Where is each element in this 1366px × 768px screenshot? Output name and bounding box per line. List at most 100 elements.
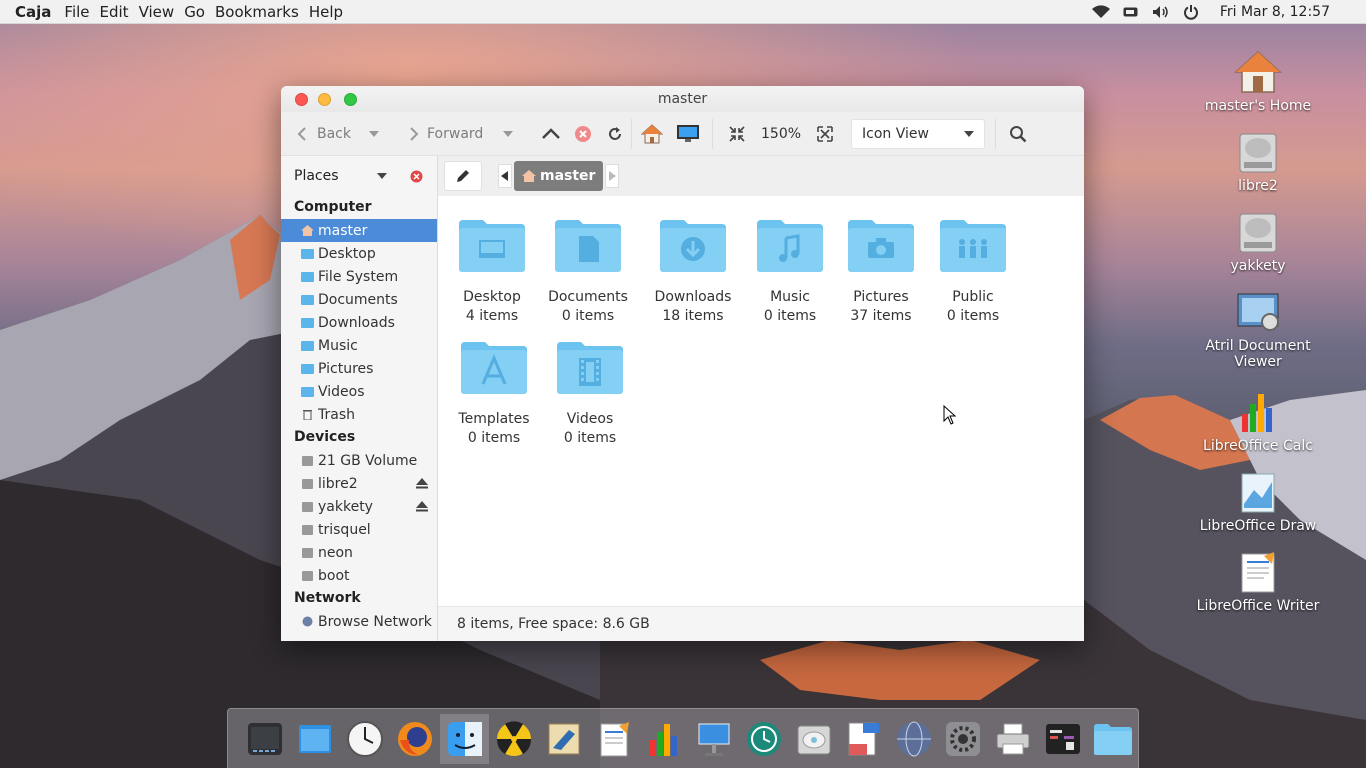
clock[interactable]: Fri Mar 8, 12:57 [1220,4,1330,20]
menu-edit[interactable]: Edit [100,3,129,21]
menu-file[interactable]: File [64,3,89,21]
firefox-icon[interactable] [390,714,440,764]
close-sidebar-icon[interactable] [410,170,423,183]
pencil-icon [457,170,469,182]
sidebar-item-downloads[interactable]: Downloads [281,311,437,334]
window-title: master [657,91,708,107]
sidebar-item-master[interactable]: master [281,219,437,242]
menu-bookmarks[interactable]: Bookmarks [215,3,299,21]
sidebar-item-videos[interactable]: Videos [281,380,437,403]
file-count: 0 items [763,308,817,324]
sidebar-item-music[interactable]: Music [281,334,437,357]
back-button[interactable]: Back [295,119,405,149]
chevron-down-icon[interactable] [377,172,387,180]
sidebar-item-neon[interactable]: neon [281,541,437,564]
file-item-downloads[interactable]: Downloads 18 items [643,216,743,326]
desktop-icon-libre2[interactable]: libre2 [1188,128,1328,194]
expand-icon [817,125,833,142]
filer-icon[interactable] [839,714,889,764]
file-item-videos[interactable]: Videos 0 items [540,338,640,448]
home-button[interactable] [636,119,668,149]
zoom-out-button[interactable] [721,119,753,149]
sidebar-item-libre2[interactable]: libre2 [281,472,437,495]
forward-button[interactable]: Forward [405,119,535,149]
zoom-in-button[interactable] [809,119,841,149]
path-scroll-right-button[interactable] [605,164,620,188]
clock-icon[interactable] [340,714,390,764]
calc-icon[interactable] [639,714,689,764]
file-item-desktop[interactable]: Desktop 4 items [442,216,542,326]
drive-icon [302,548,313,558]
sidebar-item-trisquel[interactable]: trisquel [281,518,437,541]
network-globe-icon[interactable] [889,714,939,764]
atril-icon [1234,288,1282,336]
sidebar-item-documents[interactable]: Documents [281,288,437,311]
file-item-templates[interactable]: Templates 0 items [444,338,544,448]
sidebar-header[interactable]: Places [281,156,437,196]
breadcrumb-master[interactable]: master [514,161,604,191]
volume-icon[interactable] [1146,0,1176,24]
file-item-documents[interactable]: Documents 0 items [538,216,638,326]
computer-button[interactable] [672,119,704,149]
title-bar[interactable]: master [281,86,1084,112]
desktop-icon-writer[interactable]: LibreOffice Writer [1188,548,1328,614]
app-name[interactable]: Caja [15,3,51,21]
sidebar-item-yakkety[interactable]: yakkety [281,495,437,518]
disk-utility-icon[interactable] [789,714,839,764]
mail-icon[interactable] [539,714,589,764]
search-button[interactable] [1002,119,1034,149]
sidebar-item-label: Videos [318,383,365,400]
zoom-level[interactable]: 150% [761,126,801,142]
sidebar-item-file-system[interactable]: File System [281,265,437,288]
path-scroll-left-button[interactable] [498,164,512,188]
eject-icon[interactable] [416,478,428,489]
sidebar-item-21gb-volume[interactable]: 21 GB Volume [281,449,437,472]
sidebar-item-pictures[interactable]: Pictures [281,357,437,380]
minimize-window-button[interactable] [318,93,331,106]
sidebar-item-label: Desktop [318,245,376,262]
keynote-icon[interactable] [689,714,739,764]
desktop-icon-yakkety[interactable]: yakkety [1188,208,1328,274]
printer-icon[interactable] [988,714,1038,764]
file-item-music[interactable]: Music 0 items [740,216,840,326]
maximize-window-button[interactable] [344,93,357,106]
menu-help[interactable]: Help [309,3,343,21]
code-editor-icon[interactable] [1038,714,1088,764]
desktop-icon-draw[interactable]: LibreOffice Draw [1188,468,1328,534]
file-item-pictures[interactable]: Pictures 37 items [831,216,931,326]
stop-button[interactable] [567,119,599,149]
finder-icon[interactable] [439,713,490,764]
up-button[interactable] [535,119,567,149]
sidebar-item-label: Documents [318,291,398,308]
settings-icon[interactable] [938,714,988,764]
close-window-button[interactable] [295,93,308,106]
sidebar-item-boot[interactable]: boot [281,564,437,587]
terminal-icon[interactable] [240,714,290,764]
sidebar-item-trash[interactable]: Trash [281,403,437,426]
sidebar-item-browse-network[interactable]: Browse Network [281,610,437,633]
file-item-public[interactable]: Public 0 items [923,216,1023,326]
power-icon[interactable] [1176,0,1206,24]
desktop-icon-atril[interactable]: Atril Document Viewer [1188,288,1328,370]
edit-location-button[interactable] [444,161,482,191]
desktop-icon-label: yakkety [1230,258,1286,274]
writer-icon[interactable] [589,714,639,764]
timemachine-icon[interactable] [739,714,789,764]
menu-go[interactable]: Go [184,3,205,21]
window-icon[interactable] [290,714,340,764]
desktop-icon-label: LibreOffice Draw [1199,518,1317,534]
folder-icon[interactable] [1088,714,1138,764]
menu-view[interactable]: View [139,3,175,21]
sidebar-item-desktop[interactable]: Desktop [281,242,437,265]
desktop-icon-home[interactable]: master's Home [1188,48,1328,114]
chevron-down-icon [503,130,514,137]
sidebar-header-label: Places [294,168,339,184]
wifi-icon[interactable] [1086,0,1116,24]
reload-button[interactable] [599,119,631,149]
templates-folder-icon [461,342,527,394]
desktop-icon-calc[interactable]: LibreOffice Calc [1188,388,1328,454]
view-mode-select[interactable]: Icon View [851,118,986,149]
battery-icon[interactable] [1116,0,1146,24]
radiation-icon[interactable] [489,714,539,764]
eject-icon[interactable] [416,501,428,512]
